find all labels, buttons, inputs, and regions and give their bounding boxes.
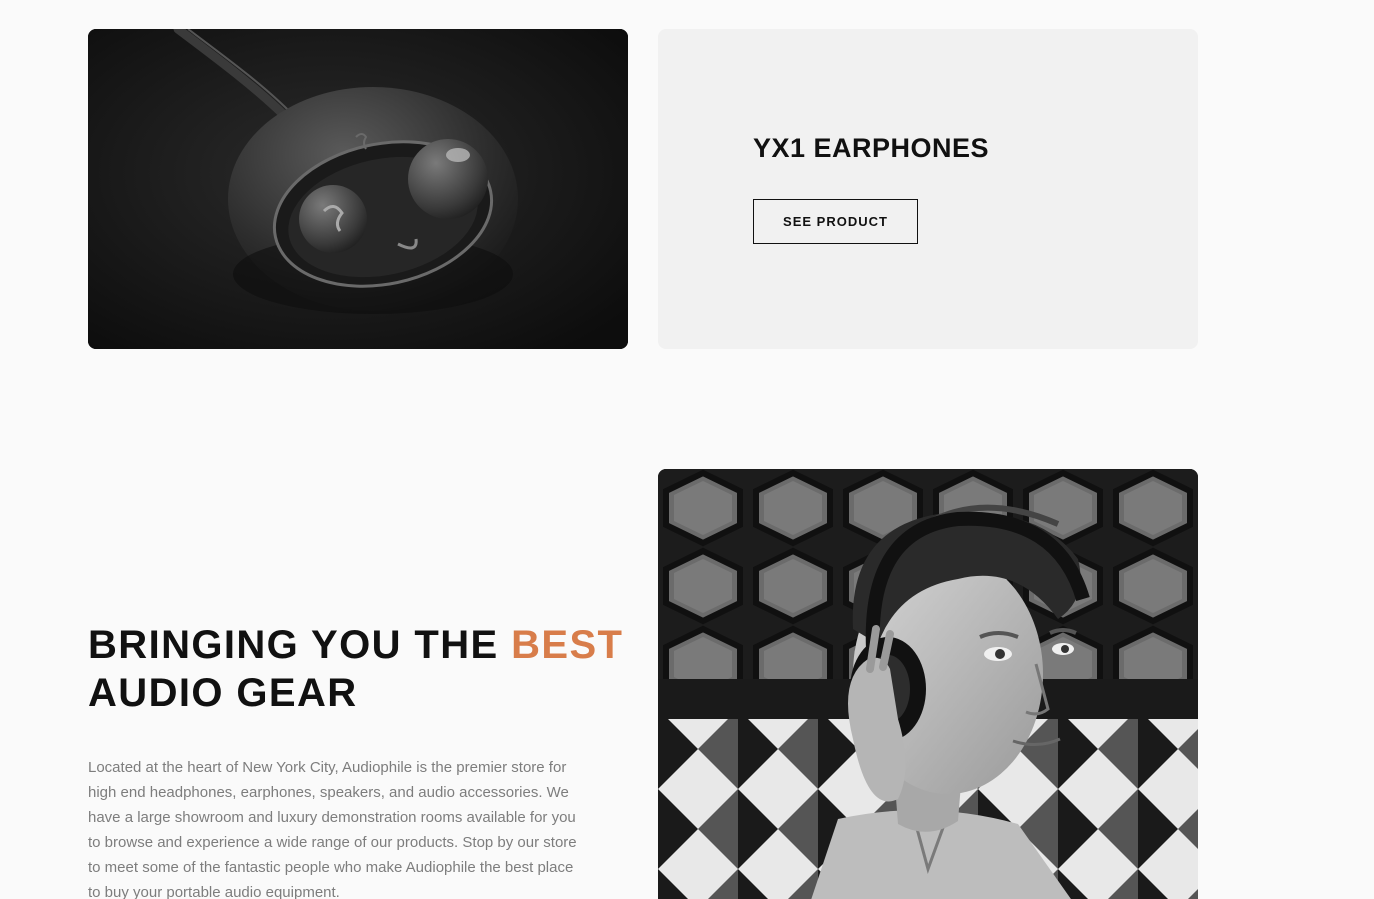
see-product-button[interactable]: SEE PRODUCT [753,199,918,244]
earphones-title: YX1 EARPHONES [753,133,990,163]
page: YX1 EARPHONES SEE PRODUCT BRINGING YOU T… [0,0,1374,899]
earphones-image [88,29,628,349]
best-gear-heading: BRINGING YOU THE BEST AUDIO GEAR [88,621,628,717]
heading-accent: BEST [511,623,624,667]
heading-part-1: BRINGING YOU THE [88,623,512,667]
man-headphones-image [658,469,1198,899]
heading-part-2: AUDIO GEAR [88,671,358,715]
best-gear-body: Located at the heart of New York City, A… [88,759,577,899]
earphones-card: YX1 EARPHONES SEE PRODUCT [658,29,1198,349]
